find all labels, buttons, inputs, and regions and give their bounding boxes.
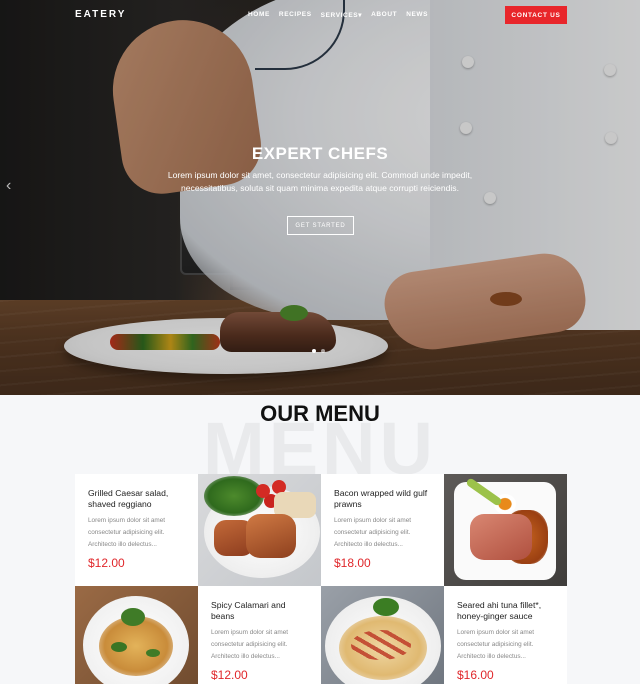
contact-us-button[interactable]: CONTACT US [505, 6, 567, 24]
menu-card[interactable]: Grilled Caesar salad, shaved reggiano Lo… [75, 474, 198, 586]
dish-photo [75, 586, 198, 684]
dish-name: Grilled Caesar salad, shaved reggiano [88, 488, 169, 509]
dish-description: Lorem ipsum dolor sit amet consectetur a… [211, 629, 289, 660]
caret-down-icon: ▾ [358, 12, 363, 19]
get-started-button[interactable]: GET STARTED [287, 216, 354, 235]
menu-card[interactable]: Seared ahi tuna fillet*, honey-ginger sa… [444, 586, 567, 684]
dish-price: $16.00 [457, 668, 494, 682]
nav-about[interactable]: ABOUT [371, 11, 397, 19]
hero-title: EXPERT CHEFS [251, 144, 389, 163]
menu-card[interactable]: Spicy Calamari and beans Lorem ipsum dol… [198, 586, 321, 684]
dish-description: Lorem ipsum dolor sit amet consectetur a… [334, 517, 412, 548]
section-title: OUR MENU [260, 401, 380, 426]
dish-price: $18.00 [334, 556, 371, 570]
dish-description: Lorem ipsum dolor sit amet consectetur a… [457, 629, 535, 660]
dish-photo [444, 474, 567, 586]
main-menu: HOME RECIPES SERVICES▾ ABOUT NEWS [248, 11, 428, 19]
hero-overlay [0, 0, 640, 395]
top-navbar: EATERY HOME RECIPES SERVICES▾ ABOUT NEWS… [0, 0, 640, 30]
dish-photo [321, 586, 444, 684]
dish-price: $12.00 [88, 556, 125, 570]
slider-dots [312, 349, 325, 353]
dish-photo [198, 474, 321, 586]
menu-grid: Grilled Caesar salad, shaved reggiano Lo… [75, 474, 567, 684]
dish-name: Spicy Calamari and beans [211, 600, 286, 621]
dish-description: Lorem ipsum dolor sit amet consectetur a… [88, 517, 166, 548]
slider-dot[interactable] [321, 349, 325, 353]
nav-services[interactable]: SERVICES▾ [321, 11, 362, 19]
nav-services-label: SERVICES [320, 12, 359, 19]
brand-logo[interactable]: EATERY [75, 9, 126, 20]
dish-price: $12.00 [211, 668, 248, 682]
hero-banner: EATERY HOME RECIPES SERVICES▾ ABOUT NEWS… [0, 0, 640, 395]
dish-name: Bacon wrapped wild gulf prawns [334, 488, 428, 509]
dish-name: Seared ahi tuna fillet*, honey-ginger sa… [457, 600, 542, 621]
menu-card[interactable]: Bacon wrapped wild gulf prawns Lorem ips… [321, 474, 444, 586]
slider-dot[interactable] [312, 349, 316, 353]
chevron-left-icon[interactable]: ‹ [6, 177, 11, 195]
nav-home[interactable]: HOME [248, 11, 270, 19]
nav-news[interactable]: NEWS [406, 11, 428, 19]
hero-text: Lorem ipsum dolor sit amet, consectetur … [167, 170, 473, 193]
nav-recipes[interactable]: RECIPES [279, 11, 312, 19]
